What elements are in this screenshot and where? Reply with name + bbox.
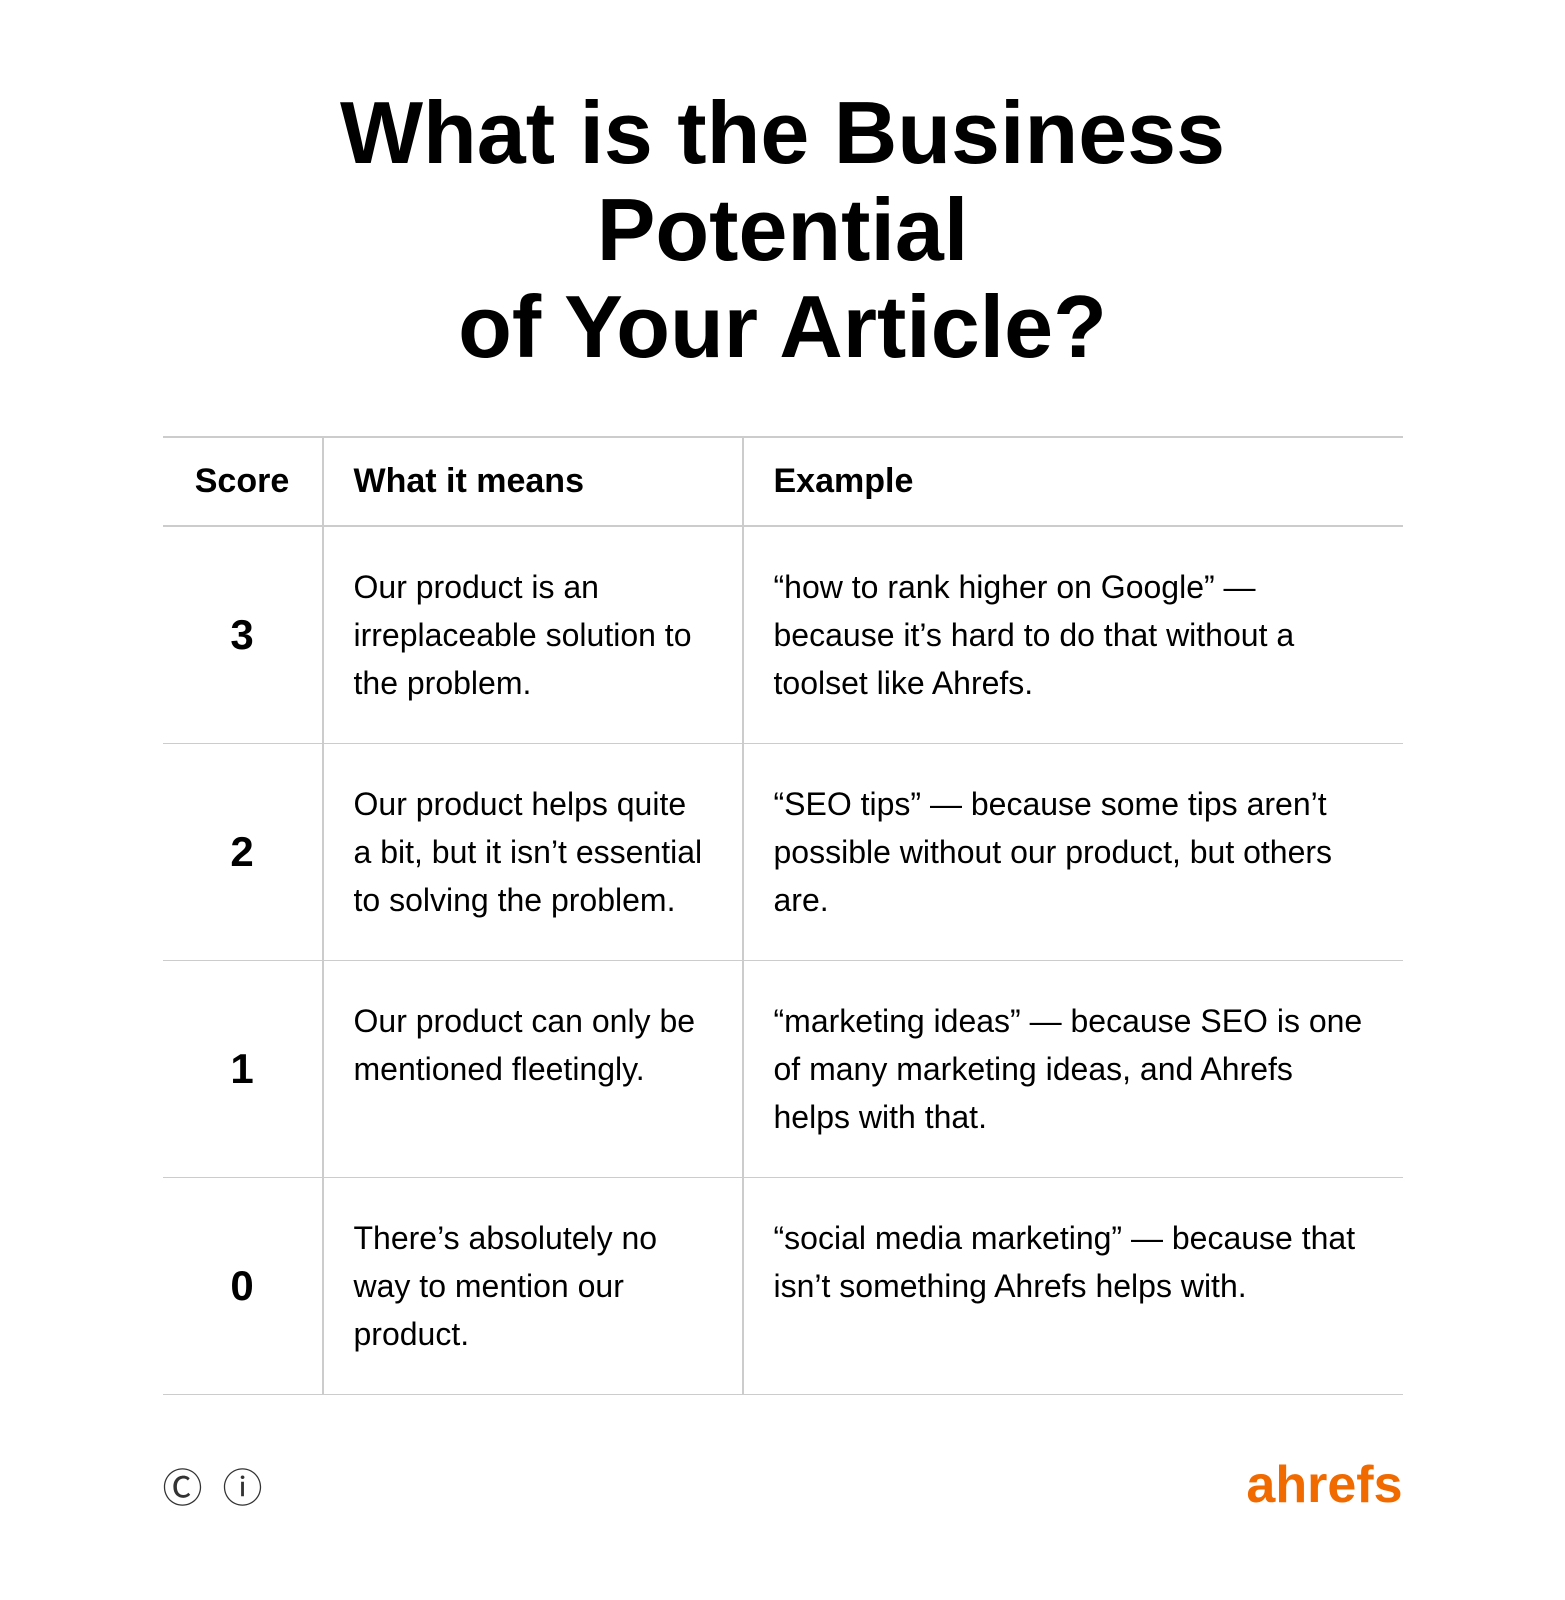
meaning-cell: Our product can only be mentioned fleeti… bbox=[323, 960, 743, 1177]
copyright-icon: Ⓒ bbox=[163, 1456, 203, 1514]
table-row: 1Our product can only be mentioned fleet… bbox=[163, 960, 1403, 1177]
score-cell: 1 bbox=[163, 960, 323, 1177]
example-cell: “how to rank higher on Google” — because… bbox=[743, 526, 1403, 744]
meaning-cell: Our product is an irreplaceable solution… bbox=[323, 526, 743, 744]
table-row: 2Our product helps quite a bit, but it i… bbox=[163, 743, 1403, 960]
example-cell: “social media marketing” — because that … bbox=[743, 1177, 1403, 1394]
what-it-means-header: What it means bbox=[323, 437, 743, 526]
ahrefs-logo: ahrefs bbox=[1246, 1455, 1402, 1515]
footer: Ⓒ ⓘ ahrefs bbox=[163, 1455, 1403, 1515]
example-header: Example bbox=[743, 437, 1403, 526]
footer-icons: Ⓒ ⓘ bbox=[163, 1456, 263, 1514]
meaning-cell: There’s absolutely no way to mention our… bbox=[323, 1177, 743, 1394]
page-container: What is the Business Potential of Your A… bbox=[83, 25, 1483, 1574]
table-header-row: Score What it means Example bbox=[163, 437, 1403, 526]
score-cell: 2 bbox=[163, 743, 323, 960]
example-cell: “marketing ideas” — because SEO is one o… bbox=[743, 960, 1403, 1177]
info-icon: ⓘ bbox=[223, 1456, 263, 1514]
score-header: Score bbox=[163, 437, 323, 526]
business-potential-table: Score What it means Example 3Our product… bbox=[163, 436, 1403, 1395]
meaning-cell: Our product helps quite a bit, but it is… bbox=[323, 743, 743, 960]
page-title: What is the Business Potential of Your A… bbox=[163, 85, 1403, 375]
score-cell: 3 bbox=[163, 526, 323, 744]
table-row: 0There’s absolutely no way to mention ou… bbox=[163, 1177, 1403, 1394]
example-cell: “SEO tips” — because some tips aren’t po… bbox=[743, 743, 1403, 960]
table-row: 3Our product is an irreplaceable solutio… bbox=[163, 526, 1403, 744]
score-cell: 0 bbox=[163, 1177, 323, 1394]
table-wrapper: Score What it means Example 3Our product… bbox=[163, 436, 1403, 1395]
